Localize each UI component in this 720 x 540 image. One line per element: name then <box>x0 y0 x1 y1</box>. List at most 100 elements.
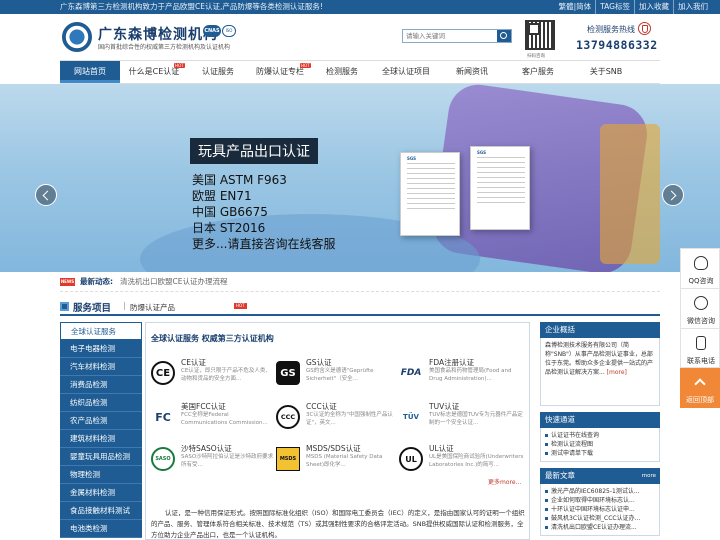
quick-link[interactable]: 检测认证流程图 <box>545 440 655 449</box>
section-subtitle[interactable]: 防爆认证产品 <box>130 302 175 313</box>
slide-decoration <box>600 124 660 264</box>
join-us-link[interactable]: 加入我们 <box>673 0 712 14</box>
latest-more-link[interactable]: more <box>642 468 656 484</box>
hotline-number: 13794886332 <box>576 38 658 52</box>
cert-card-fcc[interactable]: FC 美国FCC认证 FCC全称是Federal Communications … <box>151 401 276 439</box>
phone-icon <box>638 22 651 35</box>
section-header: 服务项目 | 防爆认证产品 HOT <box>60 298 660 316</box>
search-box <box>402 29 512 43</box>
qq-consult-button[interactable]: QQ咨询 <box>680 248 720 288</box>
logo-seal-icon[interactable] <box>62 22 92 52</box>
back-to-top-button[interactable]: 返回顶部 <box>680 368 720 408</box>
next-slide-arrow-icon[interactable] <box>662 184 684 206</box>
ccc-icon: CCC <box>276 405 300 429</box>
iso-badge: ISO <box>222 25 236 37</box>
hotline-label: 检测服务热线 <box>587 25 635 34</box>
brand-subtitle: 国内首批综合性的权威第三方检测机构及认证机构 <box>98 44 231 51</box>
tag-link[interactable]: TAG标签 <box>595 0 634 14</box>
section-square-icon <box>60 302 69 311</box>
floating-contact-bar: QQ咨询 微信咨询 联系电话 返回顶部 <box>680 248 720 408</box>
add-favorite-link[interactable]: 加入收藏 <box>634 0 673 14</box>
side-item-agri[interactable]: 农产品检测 <box>60 412 142 430</box>
article-link[interactable]: 十环认证中国环境标志认证申... <box>545 505 655 514</box>
nav-testing-service[interactable]: 检测服务 <box>312 61 372 83</box>
side-item-global-cert[interactable]: 全球认证服务 <box>60 322 142 340</box>
hero-banner[interactable]: 玩具产品出口认证 美国 ASTM F963 欧盟 EN71 中国 GB6675 … <box>0 84 720 272</box>
brand-name[interactable]: 广东森博检测机构 <box>98 24 218 44</box>
certificate-image: SGS <box>400 152 460 236</box>
banner-standards: 美国 ASTM F963 欧盟 EN71 中国 GB6675 日本 ST2016… <box>192 172 335 252</box>
quick-link[interactable]: 测试申请单下载 <box>545 449 655 458</box>
phone-icon <box>696 336 706 350</box>
service-side-menu: 全球认证服务 电子电器检测 汽车材料检测 消费品检测 纺织品检测 农产品检测 建… <box>60 322 142 538</box>
section-title: 服务项目 <box>73 303 112 314</box>
article-link[interactable]: 企业如何取得中国环境标志认... <box>545 496 655 505</box>
cert-card-ccc[interactable]: CCC CCC认证 3C认证的全称为"中国强制性产品认证"，英文... <box>276 401 401 439</box>
article-link[interactable]: 清洗机出口欧盟CE认证办理流... <box>545 523 655 532</box>
wechat-icon <box>694 296 708 310</box>
right-column: 企业概括 森博检测技术服务有限公司（简称"SNB"）从事产品检测认证事业，总部位… <box>540 322 660 536</box>
cert-card-msds[interactable]: MSDS MSDS/SDS认证 MSDS (Material Safety Da… <box>276 443 401 481</box>
main-nav: 网站首页 什么是CE认证 HOT 认证服务 防爆认证专栏 HOT 检测服务 全球认证… <box>60 60 660 84</box>
ul-icon: UL <box>399 447 423 471</box>
banner-line: 中国 GB6675 <box>192 205 268 219</box>
cert-card-fda[interactable]: FDA FDA注册认证 美国食品和药物管理局(Food and Drug Adm… <box>399 357 524 395</box>
side-item-electronics[interactable]: 电子电器检测 <box>60 340 142 358</box>
prev-slide-arrow-icon[interactable] <box>35 184 57 206</box>
service-content: 全球认证服务 权威第三方认证机构 CE CE认证 CE认证，即只限于产品不危及人… <box>145 322 530 540</box>
fcc-icon: FC <box>155 410 171 424</box>
nav-global-cert[interactable]: 全球认证项目 <box>372 61 440 83</box>
about-text: 森博检测技术服务有限公司（简称"SNB"）从事产品检测认证事业，总部位于东莞。帮… <box>545 342 654 376</box>
side-item-battery[interactable]: 电池类检测 <box>60 520 142 538</box>
news-ticker: NEWS 最新动态: 清洗机出口欧盟CE认证办理流程 <box>60 272 660 292</box>
more-link[interactable]: 更多more... <box>488 477 521 486</box>
nav-cert-service[interactable]: 认证服务 <box>188 61 248 83</box>
nav-what-is-ce[interactable]: 什么是CE认证 HOT <box>120 61 188 83</box>
lang-switch-link[interactable]: 繁體|简体 <box>555 0 596 14</box>
about-more-link[interactable]: [more] <box>607 369 627 376</box>
nav-customer-service[interactable]: 客户服务 <box>504 61 572 83</box>
cnas-badge: CNAS <box>203 25 221 37</box>
cert-card-gs[interactable]: GS GS认证 GS的含义是德语"Geprüfte Sicherheit"（安全… <box>276 357 401 395</box>
nav-home[interactable]: 网站首页 <box>60 61 120 83</box>
quick-box: 认证证书在线查询 检测认证流程图 测试申请单下载 <box>540 428 660 462</box>
qq-icon <box>694 256 708 270</box>
wechat-consult-button[interactable]: 微信咨询 <box>680 288 720 328</box>
news-icon: NEWS <box>60 278 75 286</box>
nav-explosion-proof[interactable]: 防爆认证专栏 HOT <box>248 61 312 83</box>
phone-contact-button[interactable]: 联系电话 <box>680 328 720 368</box>
intro-paragraph: 认证，是一种信用保证形式。按照国际标准化组织（ISO）和国际电工委员会（IEC）… <box>151 509 525 539</box>
nav-news[interactable]: 新闻资讯 <box>440 61 504 83</box>
hot-badge: HOT <box>300 63 311 68</box>
cert-card-saso[interactable]: SASO 沙特SASO认证 SASO沙特阿拉伯认证是沙特政府要求所有受... <box>151 443 276 481</box>
fda-icon: FDA <box>400 368 422 378</box>
article-link[interactable]: 鼓风机3C认证检测_CCC认证办... <box>545 514 655 523</box>
cert-card-tuv[interactable]: TÜV TUV认证 TUV标志是德国TUV专为元器件产品定制的一个安全认证... <box>399 401 524 439</box>
side-item-consumer[interactable]: 消费品检测 <box>60 376 142 394</box>
latest-box: 激光产品的IEC60825-1测试认... 企业如何取得中国环境标志认... 十… <box>540 484 660 536</box>
side-item-textile[interactable]: 纺织品检测 <box>60 394 142 412</box>
top-bar: 广东森博第三方检测机构致力于产品欧盟CE认证,产品防爆等各类检测认证服务! 繁體… <box>0 0 720 14</box>
search-input[interactable] <box>403 30 495 42</box>
cert-card-ul[interactable]: UL UL认证 UL是美国保险商试验所(Underwriters Laborat… <box>399 443 524 481</box>
side-item-food-contact[interactable]: 食品接触材料测试 <box>60 502 142 520</box>
about-header: 企业概括 <box>540 322 660 338</box>
news-label: 最新动态: <box>80 277 113 286</box>
search-button[interactable] <box>497 30 511 42</box>
cert-card-ce[interactable]: CE CE认证 CE认证，即只限于产品不危及人类、动物和货品的安全方面... <box>151 357 276 395</box>
nav-about-snb[interactable]: 关于SNB <box>572 61 640 83</box>
side-item-auto-material[interactable]: 汽车材料检测 <box>60 358 142 376</box>
side-item-metal[interactable]: 金属材料检测 <box>60 484 142 502</box>
banner-line: 更多...请直接咨询在线客服 <box>192 237 336 251</box>
banner-title: 玩具产品出口认证 <box>190 138 318 164</box>
banner-line: 日本 ST2016 <box>192 221 266 235</box>
news-link[interactable]: 清洗机出口欧盟CE认证办理流程 <box>120 272 227 292</box>
side-item-physical[interactable]: 物理检测 <box>60 466 142 484</box>
quick-link[interactable]: 认证证书在线查询 <box>545 431 655 440</box>
article-link[interactable]: 激光产品的IEC60825-1测试认... <box>545 487 655 496</box>
side-item-building[interactable]: 建筑材料检测 <box>60 430 142 448</box>
quick-header: 快速通道 <box>540 412 660 428</box>
banner-line: 欧盟 EN71 <box>192 189 252 203</box>
side-item-toys[interactable]: 婴童玩具用品检测 <box>60 448 142 466</box>
banner-line: 美国 ASTM F963 <box>192 173 287 187</box>
